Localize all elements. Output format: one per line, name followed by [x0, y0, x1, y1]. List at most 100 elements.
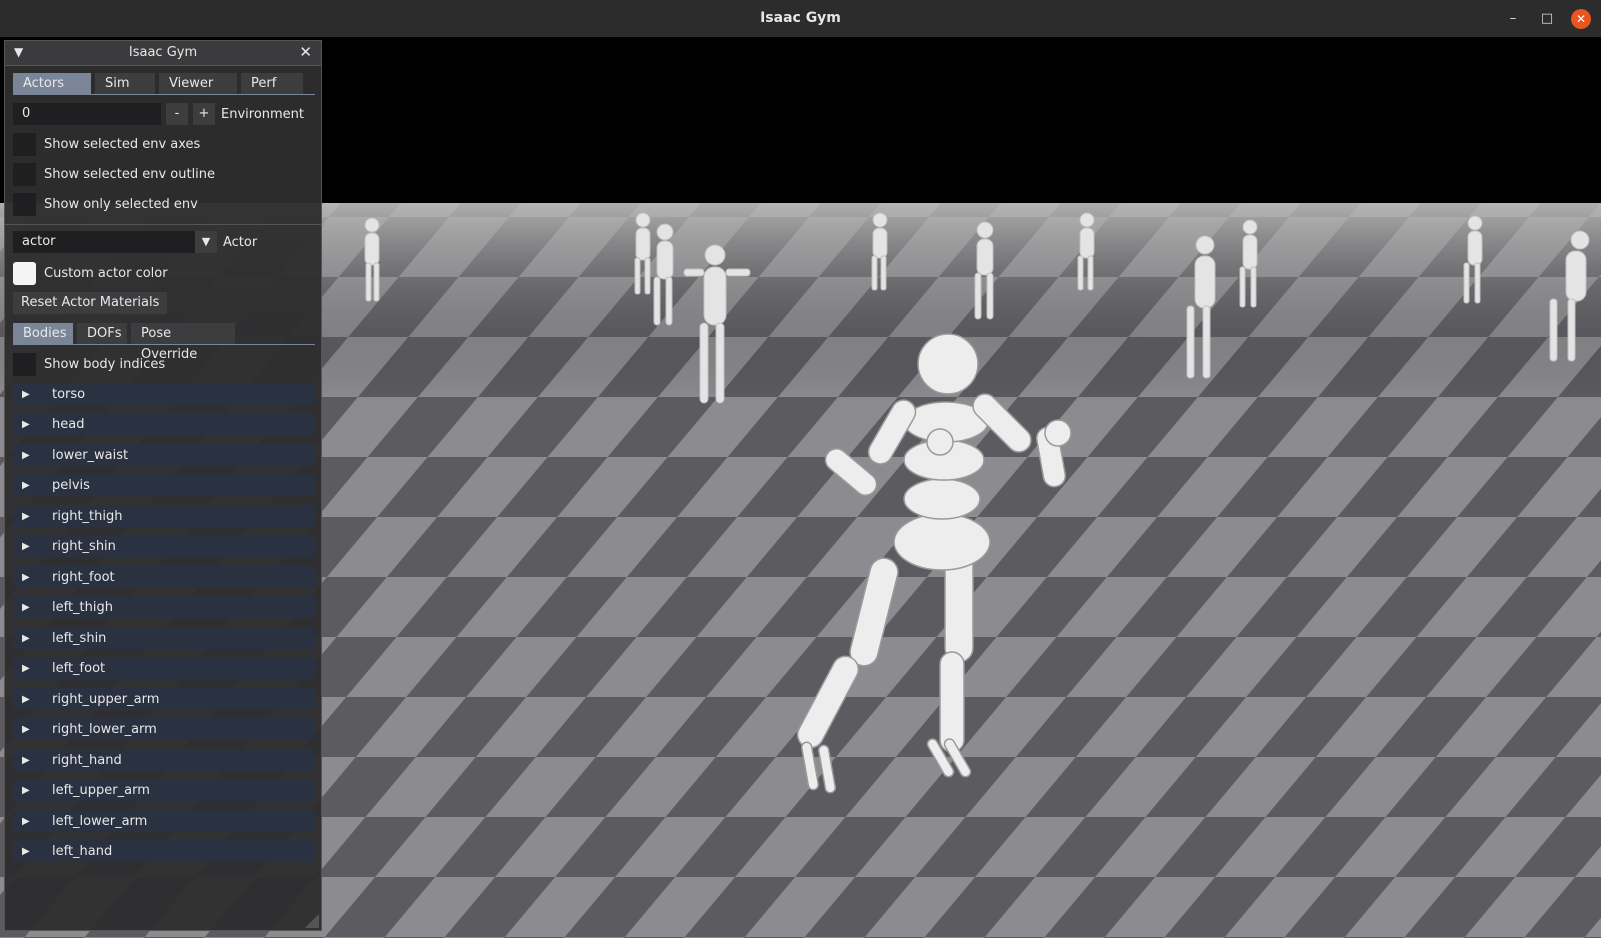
expand-arrow-icon[interactable]: ▶ — [22, 450, 32, 461]
tree-item-label: right_lower_arm — [52, 721, 157, 737]
expand-arrow-icon[interactable]: ▶ — [22, 663, 32, 674]
tree-item-label: left_hand — [52, 843, 113, 859]
expand-arrow-icon[interactable]: ▶ — [22, 419, 32, 430]
actor-label: Actor — [223, 234, 258, 250]
option-show-only-selected-env[interactable]: Show only selected env — [13, 192, 198, 216]
tree-item-label: right_shin — [52, 538, 116, 554]
tree-item-right-lower-arm[interactable]: ▶ right_lower_arm — [13, 718, 315, 740]
expand-arrow-icon[interactable]: ▶ — [22, 816, 32, 827]
show-only-selected-env-label: Show only selected env — [44, 196, 198, 212]
tab-actors[interactable]: Actors — [13, 73, 91, 94]
close-button[interactable]: ✕ — [1571, 9, 1591, 29]
expand-arrow-icon[interactable]: ▶ — [22, 633, 32, 644]
environment-input[interactable]: 0 — [13, 103, 161, 125]
expand-arrow-icon[interactable]: ▶ — [22, 846, 32, 857]
panel-title: Isaac Gym — [128, 45, 198, 60]
show-body-indices-row[interactable]: Show body indices — [13, 352, 166, 376]
tree-item-left-hand[interactable]: ▶ left_hand — [13, 840, 315, 862]
fg-pelvis — [893, 513, 991, 571]
tree-item-label: left_upper_arm — [52, 782, 150, 798]
tree-item-right-hand[interactable]: ▶ right_hand — [13, 749, 315, 771]
show-env-axes-checkbox[interactable] — [13, 132, 36, 156]
resize-grip-icon[interactable] — [305, 914, 319, 928]
maximize-button[interactable]: □ — [1537, 9, 1557, 29]
fg-head — [917, 333, 979, 395]
tab-underline — [13, 94, 315, 95]
actor-select[interactable]: actor ▼ — [13, 231, 217, 253]
tree-item-pelvis[interactable]: ▶ pelvis — [13, 474, 315, 496]
tab-bodies[interactable]: Bodies — [13, 323, 73, 344]
tab-pose-override[interactable]: Pose Override — [131, 323, 235, 362]
tab-dofs[interactable]: DOFs — [77, 323, 127, 344]
tree-item-right-upper-arm[interactable]: ▶ right_upper_arm — [13, 688, 315, 710]
subtab-underline — [13, 344, 315, 345]
tree-item-left-upper-arm[interactable]: ▶ left_upper_arm — [13, 779, 315, 801]
tree-item-label: torso — [52, 386, 86, 402]
tree-item-left-shin[interactable]: ▶ left_shin — [13, 627, 315, 649]
expand-arrow-icon[interactable]: ▶ — [22, 724, 32, 735]
expand-arrow-icon[interactable]: ▶ — [22, 389, 32, 400]
tree-item-right-foot[interactable]: ▶ right_foot — [13, 566, 315, 588]
body-tabs: Bodies DOFs Pose Override — [13, 323, 235, 362]
expand-arrow-icon[interactable]: ▶ — [22, 511, 32, 522]
tab-sim[interactable]: Sim — [95, 73, 155, 94]
tree-item-left-thigh[interactable]: ▶ left_thigh — [13, 596, 315, 618]
expand-arrow-icon[interactable]: ▶ — [22, 694, 32, 705]
expand-arrow-icon[interactable]: ▶ — [22, 755, 32, 766]
reset-row: Reset Actor Materials — [13, 292, 168, 314]
expand-arrow-icon[interactable]: ▶ — [22, 480, 32, 491]
option-show-env-axes[interactable]: Show selected env axes — [13, 132, 201, 156]
show-only-selected-env-checkbox[interactable] — [13, 192, 36, 216]
tree-item-label: left_foot — [52, 660, 106, 676]
tree-item-left-lower-arm[interactable]: ▶ left_lower_arm — [13, 810, 315, 832]
environment-increment-button[interactable]: + — [193, 103, 215, 125]
tree-item-label: right_hand — [52, 752, 122, 768]
reset-actor-materials-button[interactable]: Reset Actor Materials — [13, 292, 168, 314]
tab-perf[interactable]: Perf — [241, 73, 303, 94]
actor-row: actor ▼ Actor — [13, 231, 257, 253]
tree-item-label: right_upper_arm — [52, 691, 160, 707]
main-tabs: Actors Sim Viewer Perf — [13, 73, 303, 94]
tree-item-right-shin[interactable]: ▶ right_shin — [13, 535, 315, 557]
expand-arrow-icon[interactable]: ▶ — [22, 541, 32, 552]
tree-item-label: right_foot — [52, 569, 115, 585]
expand-arrow-icon[interactable]: ▶ — [22, 572, 32, 583]
expand-arrow-icon[interactable]: ▶ — [22, 602, 32, 613]
close-icon[interactable]: ✕ — [299, 43, 312, 61]
tree-item-label: right_thigh — [52, 508, 123, 524]
show-env-outline-label: Show selected env outline — [44, 166, 216, 182]
tree-item-label: left_shin — [52, 630, 107, 646]
show-body-indices-label: Show body indices — [44, 356, 166, 372]
custom-actor-color-label: Custom actor color — [44, 265, 168, 281]
tree-item-lower-waist[interactable]: ▶ lower_waist — [13, 444, 315, 466]
divider — [5, 224, 321, 225]
environment-label: Environment — [221, 106, 305, 122]
tab-viewer[interactable]: Viewer — [159, 73, 237, 94]
chevron-down-icon[interactable]: ▼ — [195, 231, 217, 253]
tree-item-label: pelvis — [52, 477, 90, 493]
tree-item-right-thigh[interactable]: ▶ right_thigh — [13, 505, 315, 527]
expand-arrow-icon[interactable]: ▶ — [22, 785, 32, 796]
minimize-button[interactable]: – — [1503, 9, 1523, 29]
tree-item-left-foot[interactable]: ▶ left_foot — [13, 657, 315, 679]
tree-item-label: left_thigh — [52, 599, 113, 615]
show-env-axes-label: Show selected env axes — [44, 136, 201, 152]
show-env-outline-checkbox[interactable] — [13, 162, 36, 186]
tree-item-torso[interactable]: ▶ torso — [13, 383, 315, 405]
option-show-env-outline[interactable]: Show selected env outline — [13, 162, 216, 186]
tree-item-label: head — [52, 416, 85, 432]
tree-item-label: lower_waist — [52, 447, 129, 463]
window-titlebar: Isaac Gym – □ ✕ — [0, 0, 1601, 38]
isaac-gym-panel[interactable]: ▼ Isaac Gym ✕ Actors Sim Viewer Perf 0 -… — [4, 40, 322, 931]
window-title: Isaac Gym — [760, 10, 841, 26]
panel-header[interactable]: ▼ Isaac Gym ✕ — [5, 41, 321, 66]
custom-actor-color-swatch[interactable] — [13, 261, 36, 285]
fg-lower-waist — [903, 478, 981, 520]
environment-row: 0 - + Environment — [13, 103, 304, 125]
environment-decrement-button[interactable]: - — [166, 103, 188, 125]
tree-item-label: left_lower_arm — [52, 813, 148, 829]
tree-item-head[interactable]: ▶ head — [13, 413, 315, 435]
actor-select-value: actor — [22, 234, 56, 249]
show-body-indices-checkbox[interactable] — [13, 352, 36, 376]
custom-actor-color-row[interactable]: Custom actor color — [13, 261, 168, 285]
